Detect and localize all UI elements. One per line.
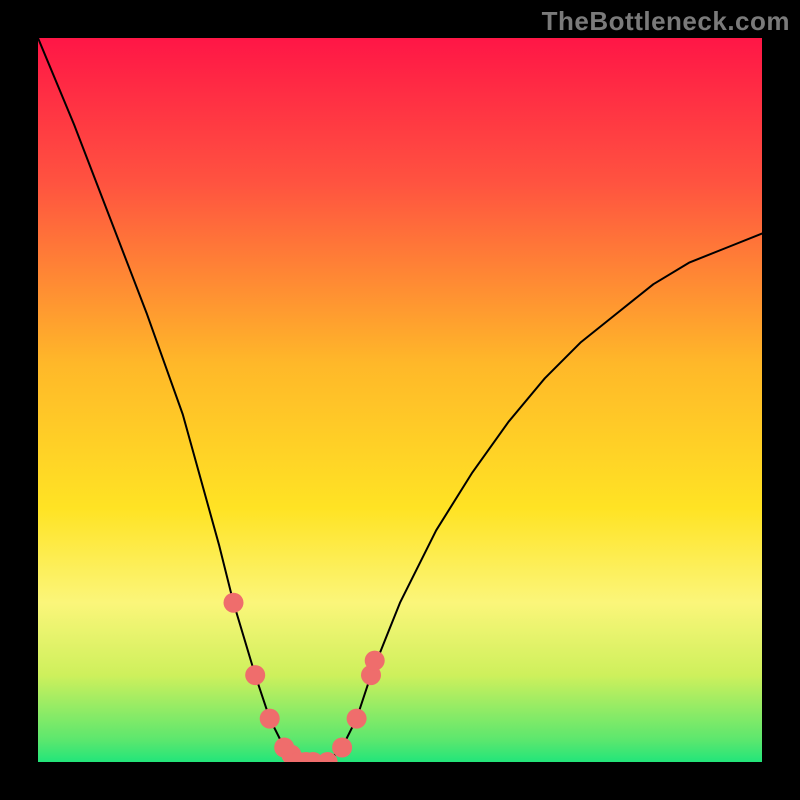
chart-svg bbox=[38, 38, 762, 762]
marker-dot bbox=[332, 738, 352, 758]
bottleneck-chart bbox=[38, 38, 762, 762]
marker-dot bbox=[224, 593, 244, 613]
marker-dot bbox=[347, 709, 367, 729]
marker-dot bbox=[365, 651, 385, 671]
watermark-text: TheBottleneck.com bbox=[542, 6, 790, 37]
marker-dot bbox=[245, 665, 265, 685]
marker-dot bbox=[260, 709, 280, 729]
gradient-background bbox=[38, 38, 762, 762]
